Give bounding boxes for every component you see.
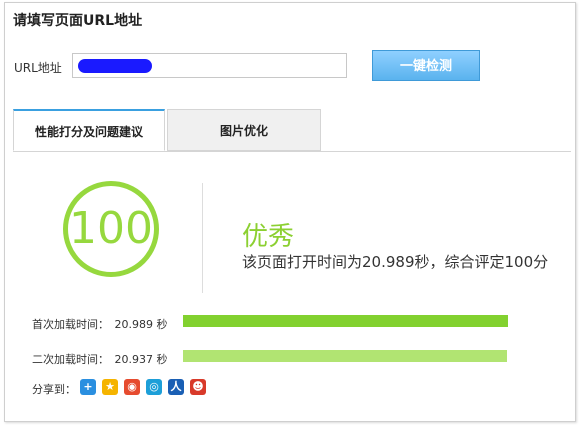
tab-performance[interactable]: 性能打分及问题建议 [13,109,165,151]
first-load-label-text: 首次加载时间： [32,318,109,331]
tencent-weibo-icon[interactable]: ◎ [146,379,162,395]
kaixin-icon[interactable]: ☻ [190,379,206,395]
summary-text: 该页面打开时间为20.989秒，综合评定100分 [242,253,549,271]
tab-image-optimization[interactable]: 图片优化 [167,109,321,151]
page-title: 请填写页面URL地址 [13,13,143,29]
url-input[interactable] [72,53,347,78]
second-load-bar [183,350,507,362]
grade-text: 优秀 [242,222,295,252]
tab-bar: 性能打分及问题建议 图片优化 [13,109,571,152]
score-circle: 100 [63,181,159,277]
first-load-bar [183,315,508,327]
url-label: URL地址 [14,61,62,75]
first-load-label: 首次加载时间： 20.989 秒 [32,316,168,332]
vertical-divider [202,183,203,293]
detect-button[interactable]: 一键检测 [372,50,480,81]
redacted-url-value [78,59,152,73]
second-load-label: 二次加载时间： 20.937 秒 [32,351,168,367]
qzone-star-icon[interactable]: ★ [102,379,118,395]
share-label: 分享到： [32,383,76,396]
plus-icon[interactable]: + [80,379,96,395]
weibo-icon[interactable]: ◉ [124,379,140,395]
second-load-value: 20.937 秒 [114,353,168,366]
second-load-label-text: 二次加载时间： [32,353,109,366]
url-check-panel: 请填写页面URL地址 URL地址 一键检测 性能打分及问题建议 图片优化 100… [4,2,576,422]
renren-icon[interactable]: 人 [168,379,184,395]
first-load-value: 20.989 秒 [114,318,168,331]
